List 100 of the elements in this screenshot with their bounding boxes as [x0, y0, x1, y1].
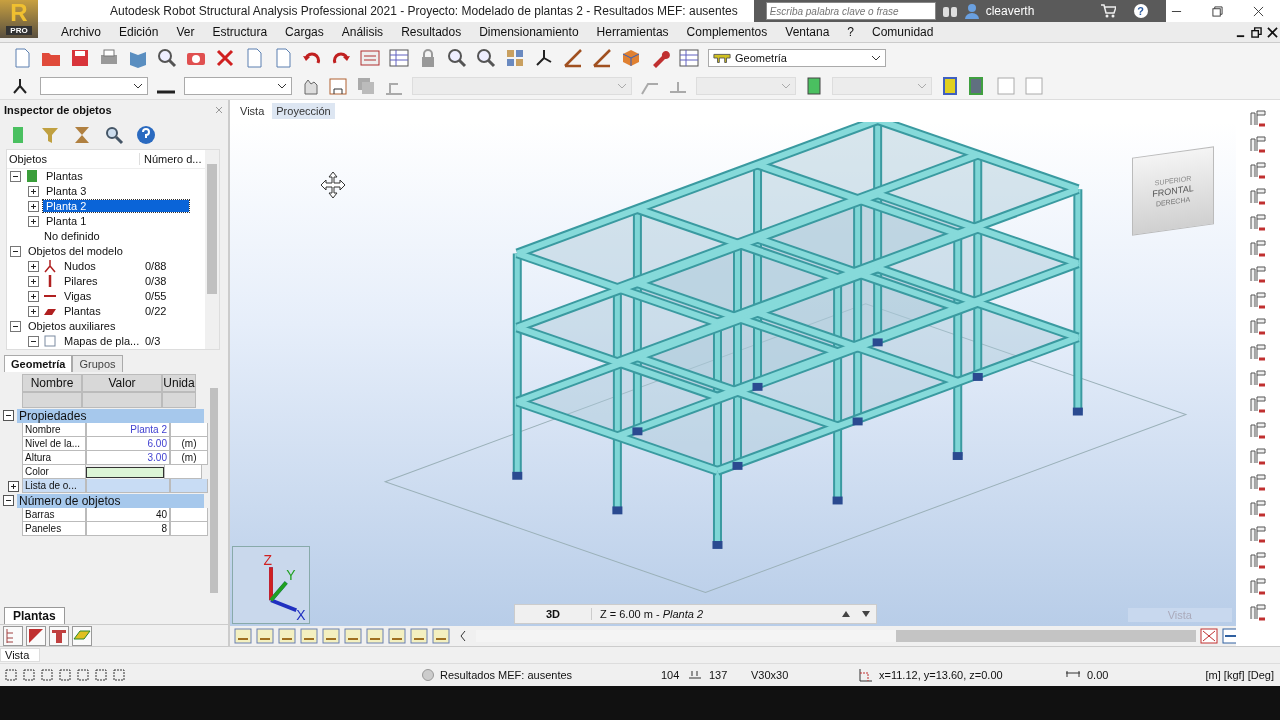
tree-item[interactable]: Vigas [61, 290, 95, 303]
selection-icon[interactable] [112, 667, 128, 683]
selection-icon[interactable] [40, 667, 56, 683]
table-icon[interactable] [679, 48, 699, 68]
tool-icon[interactable] [1248, 108, 1268, 128]
axis-icon[interactable] [534, 48, 554, 68]
search-field[interactable]: Escriba palabra clave o frase [765, 2, 936, 20]
menu-item[interactable]: Cargas [276, 25, 333, 39]
expand-toggle[interactable] [28, 305, 39, 317]
property-value[interactable]: Planta 2 [86, 423, 170, 438]
panel-tab[interactable]: Grupos [72, 355, 123, 373]
selection-icon[interactable] [4, 667, 20, 683]
tree-item[interactable]: Planta 2 [43, 200, 189, 213]
tool-icon[interactable] [1248, 498, 1268, 518]
menu-item[interactable]: Complementos [677, 25, 777, 39]
tree-item[interactable]: No definido [41, 230, 187, 243]
menu-item[interactable]: Edición [110, 25, 168, 39]
expand-toggle[interactable] [28, 275, 39, 287]
tool-icon[interactable] [1248, 160, 1268, 180]
selection-icon[interactable] [22, 667, 38, 683]
tool-icon[interactable] [1248, 186, 1268, 206]
display-option-icon[interactable] [432, 628, 450, 644]
display-option-icon[interactable] [234, 628, 252, 644]
tool-icon[interactable] [1248, 290, 1268, 310]
tool-icon[interactable] [1248, 472, 1268, 492]
tree-item[interactable]: Objetos auxiliares [25, 320, 119, 333]
level-label[interactable]: Z = 6.00 m - Planta 2 [592, 608, 836, 620]
property-value[interactable]: 6.00 [86, 437, 170, 452]
property-value[interactable]: 40 [86, 508, 170, 523]
panel-tab[interactable]: Plantas [4, 607, 65, 625]
menu-item[interactable]: Análisis [332, 25, 393, 39]
menu-item[interactable]: Ver [167, 25, 204, 39]
expand-toggle[interactable] [10, 170, 21, 182]
tree-item[interactable]: Planta 1 [43, 215, 189, 228]
slab-icon[interactable] [26, 625, 46, 646]
search-icon[interactable] [104, 124, 124, 145]
expand-toggle[interactable] [3, 410, 14, 422]
table-icon[interactable] [389, 48, 409, 68]
delete-icon[interactable] [215, 48, 235, 68]
menu-item[interactable]: Resultados [392, 25, 471, 39]
close-icon[interactable] [1267, 26, 1278, 38]
tree-item[interactable]: Objetos del modelo [25, 245, 126, 258]
expand-toggle[interactable] [28, 260, 39, 272]
tool-icon[interactable] [1248, 524, 1268, 544]
restore-icon[interactable] [1251, 26, 1262, 38]
tool-icon[interactable] [1248, 342, 1268, 362]
view-mode-label[interactable]: 3D [515, 608, 592, 620]
display-option-icon[interactable] [322, 628, 340, 644]
window-icon[interactable] [328, 76, 348, 96]
tool-icon[interactable] [1248, 602, 1268, 622]
zoom-icon[interactable] [157, 48, 177, 68]
menu-item[interactable]: Herramientas [587, 25, 678, 39]
zoom-icon[interactable] [447, 48, 467, 68]
menu-item[interactable]: Comunidad [863, 25, 943, 39]
display-option-icon[interactable] [410, 628, 428, 644]
selection-icon[interactable] [94, 667, 110, 683]
display-option-icon[interactable] [300, 628, 318, 644]
panel-tab[interactable]: Geometría [4, 355, 73, 373]
column-header[interactable]: Número d... [140, 152, 202, 165]
property-value[interactable]: 8 [86, 522, 170, 537]
ruler-icon[interactable] [592, 48, 612, 68]
expand-toggle[interactable] [10, 245, 21, 257]
menu-item[interactable]: Estructura [203, 25, 277, 39]
tree-item[interactable]: Nudos [61, 260, 99, 273]
tool-icon[interactable] [1248, 420, 1268, 440]
tool-icon[interactable] [1248, 550, 1268, 570]
tool-icon[interactable] [1248, 264, 1268, 284]
restore-icon[interactable] [1212, 5, 1223, 17]
units-label[interactable]: [m] [kgf] [Deg] [1205, 669, 1280, 681]
display-option-icon[interactable] [366, 628, 384, 644]
tool-icon[interactable] [1248, 316, 1268, 336]
display-option-icon[interactable] [256, 628, 274, 644]
tool-icon[interactable] [1248, 576, 1268, 596]
tree-item[interactable]: Plantas [61, 305, 104, 318]
tree-item[interactable]: Pilares [61, 275, 101, 288]
cart-icon[interactable] [1099, 3, 1116, 19]
display-option-icon[interactable] [344, 628, 362, 644]
tool-icon[interactable] [1248, 134, 1268, 154]
cube-icon[interactable] [621, 48, 641, 68]
ruler-icon[interactable] [563, 48, 583, 68]
expand-toggle[interactable] [28, 185, 39, 197]
color-swatch[interactable] [86, 466, 164, 478]
scrollbar[interactable] [476, 630, 1196, 642]
node-dropdown[interactable] [40, 77, 148, 95]
display-option-icon[interactable] [278, 628, 296, 644]
frame-icon[interactable] [49, 625, 69, 646]
save-icon[interactable] [70, 48, 90, 68]
help-button[interactable]: ? [1133, 4, 1148, 18]
expand-toggle[interactable] [28, 335, 39, 347]
selection-icon[interactable] [58, 667, 74, 683]
menu-item[interactable]: ? [838, 25, 864, 39]
expand-toggle[interactable] [10, 320, 21, 332]
layout-dropdown[interactable]: Geometría [708, 49, 886, 67]
expand-toggle[interactable] [28, 290, 39, 302]
expand-toggle[interactable] [3, 495, 14, 507]
grid-icon[interactable] [505, 48, 525, 68]
app-menu-button[interactable]: R PRO [0, 0, 38, 38]
expand-toggle[interactable] [28, 200, 39, 212]
display-option-icon[interactable] [1200, 628, 1218, 644]
column-header[interactable]: Unida [162, 374, 196, 393]
